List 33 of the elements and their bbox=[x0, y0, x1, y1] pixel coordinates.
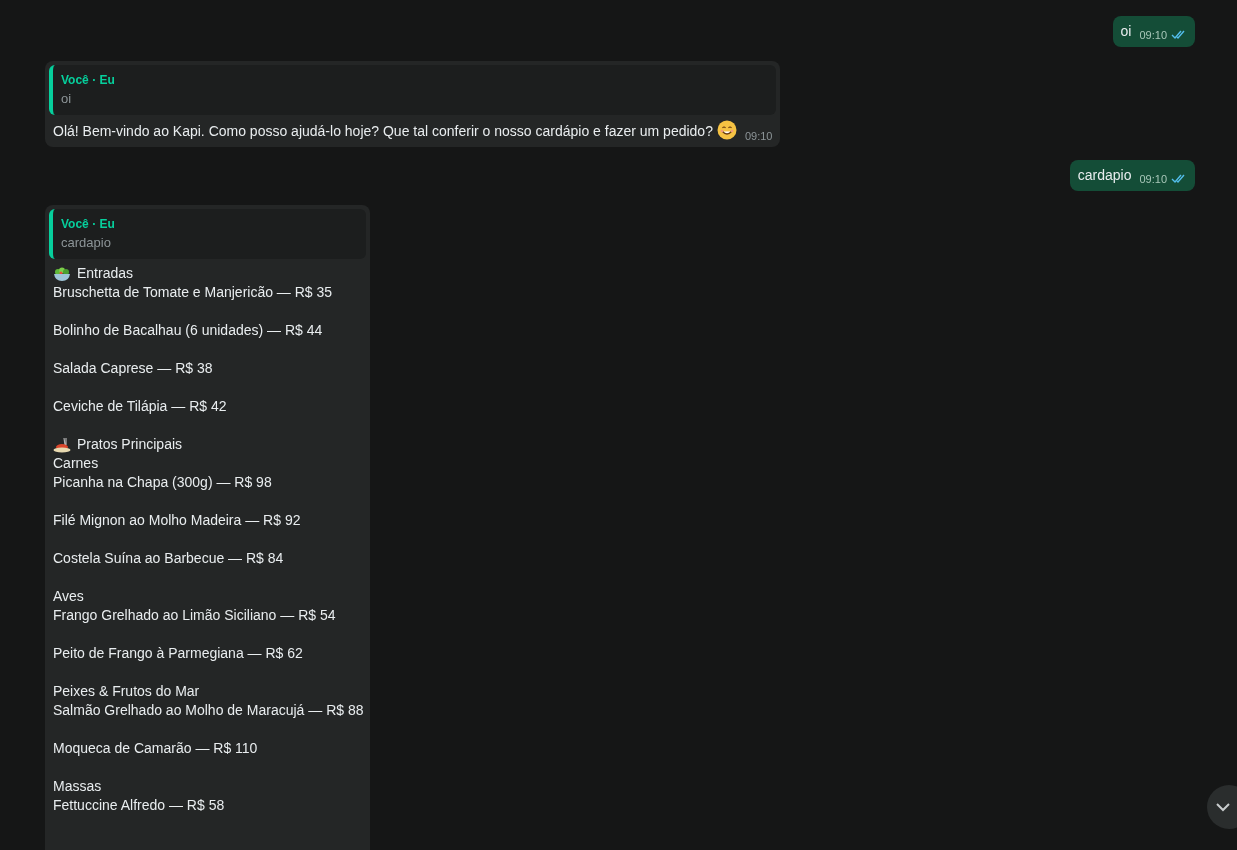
menu-section-heading: Entradas bbox=[77, 264, 134, 283]
message-time: 09:10 bbox=[744, 128, 773, 144]
quote-text: oi bbox=[61, 90, 73, 108]
menu-line: Peito de Frango à Parmegiana — R$ 62 bbox=[53, 644, 304, 663]
menu-line: Massas bbox=[53, 777, 103, 796]
menu-line: Frango Grelhado ao Limão Siciliano — R$ 54 bbox=[53, 606, 337, 625]
menu-section-heading: Pratos Principais bbox=[77, 435, 183, 454]
menu-line: Bruschetta de Tomate e Manjericão — R$ 35 bbox=[53, 283, 334, 302]
message-time: 09:10 bbox=[1139, 171, 1167, 187]
salad-bowl-icon bbox=[53, 265, 71, 282]
menu-line: Salmão Grelhado ao Molho de Maracujá — R$ 88 bbox=[53, 701, 362, 720]
quote-author: Você · Eu bbox=[61, 216, 116, 233]
menu-line: Salada Caprese — R$ 38 bbox=[53, 359, 214, 378]
menu-line: Filé Mignon ao Molho Madeira — R$ 92 bbox=[53, 511, 302, 530]
quoted-message[interactable]: Você · Eu oi bbox=[49, 65, 777, 115]
pasta-plate-icon bbox=[53, 436, 71, 453]
menu-line: Peixes & Frutos do Mar bbox=[53, 682, 201, 701]
menu-line: Bolinho de Bacalhau (6 unidades) — R$ 44 bbox=[53, 321, 324, 340]
quote-text: cardapio bbox=[61, 234, 112, 252]
quoted-message[interactable]: Você · Eu cardapio bbox=[49, 209, 366, 259]
message-text: oi bbox=[1120, 22, 1132, 41]
menu-line: Fettuccine Alfredo — R$ 58 bbox=[53, 796, 226, 815]
menu-line: Carnes bbox=[53, 454, 100, 473]
message-time: 09:10 bbox=[1139, 27, 1167, 43]
chevron-down-icon bbox=[1216, 802, 1230, 812]
menu-line: Picanha na Chapa (300g) — R$ 98 bbox=[53, 473, 273, 492]
quote-author: Você · Eu bbox=[61, 72, 116, 89]
menu-line: Ceviche de Tilápia — R$ 42 bbox=[53, 397, 228, 416]
menu-line: Moqueca de Camarão — R$ 110 bbox=[53, 739, 259, 758]
message-text: cardapio bbox=[1077, 166, 1132, 185]
message-text: Olá! Bem-vindo ao Kapi. Como posso ajudá-lo hoje? Que tal conferir o nosso cardápio e fazer um pedido? bbox=[53, 120, 737, 141]
menu-line: Costela Suína ao Barbecue — R$ 84 bbox=[53, 549, 285, 568]
menu-line: Aves bbox=[53, 587, 85, 606]
